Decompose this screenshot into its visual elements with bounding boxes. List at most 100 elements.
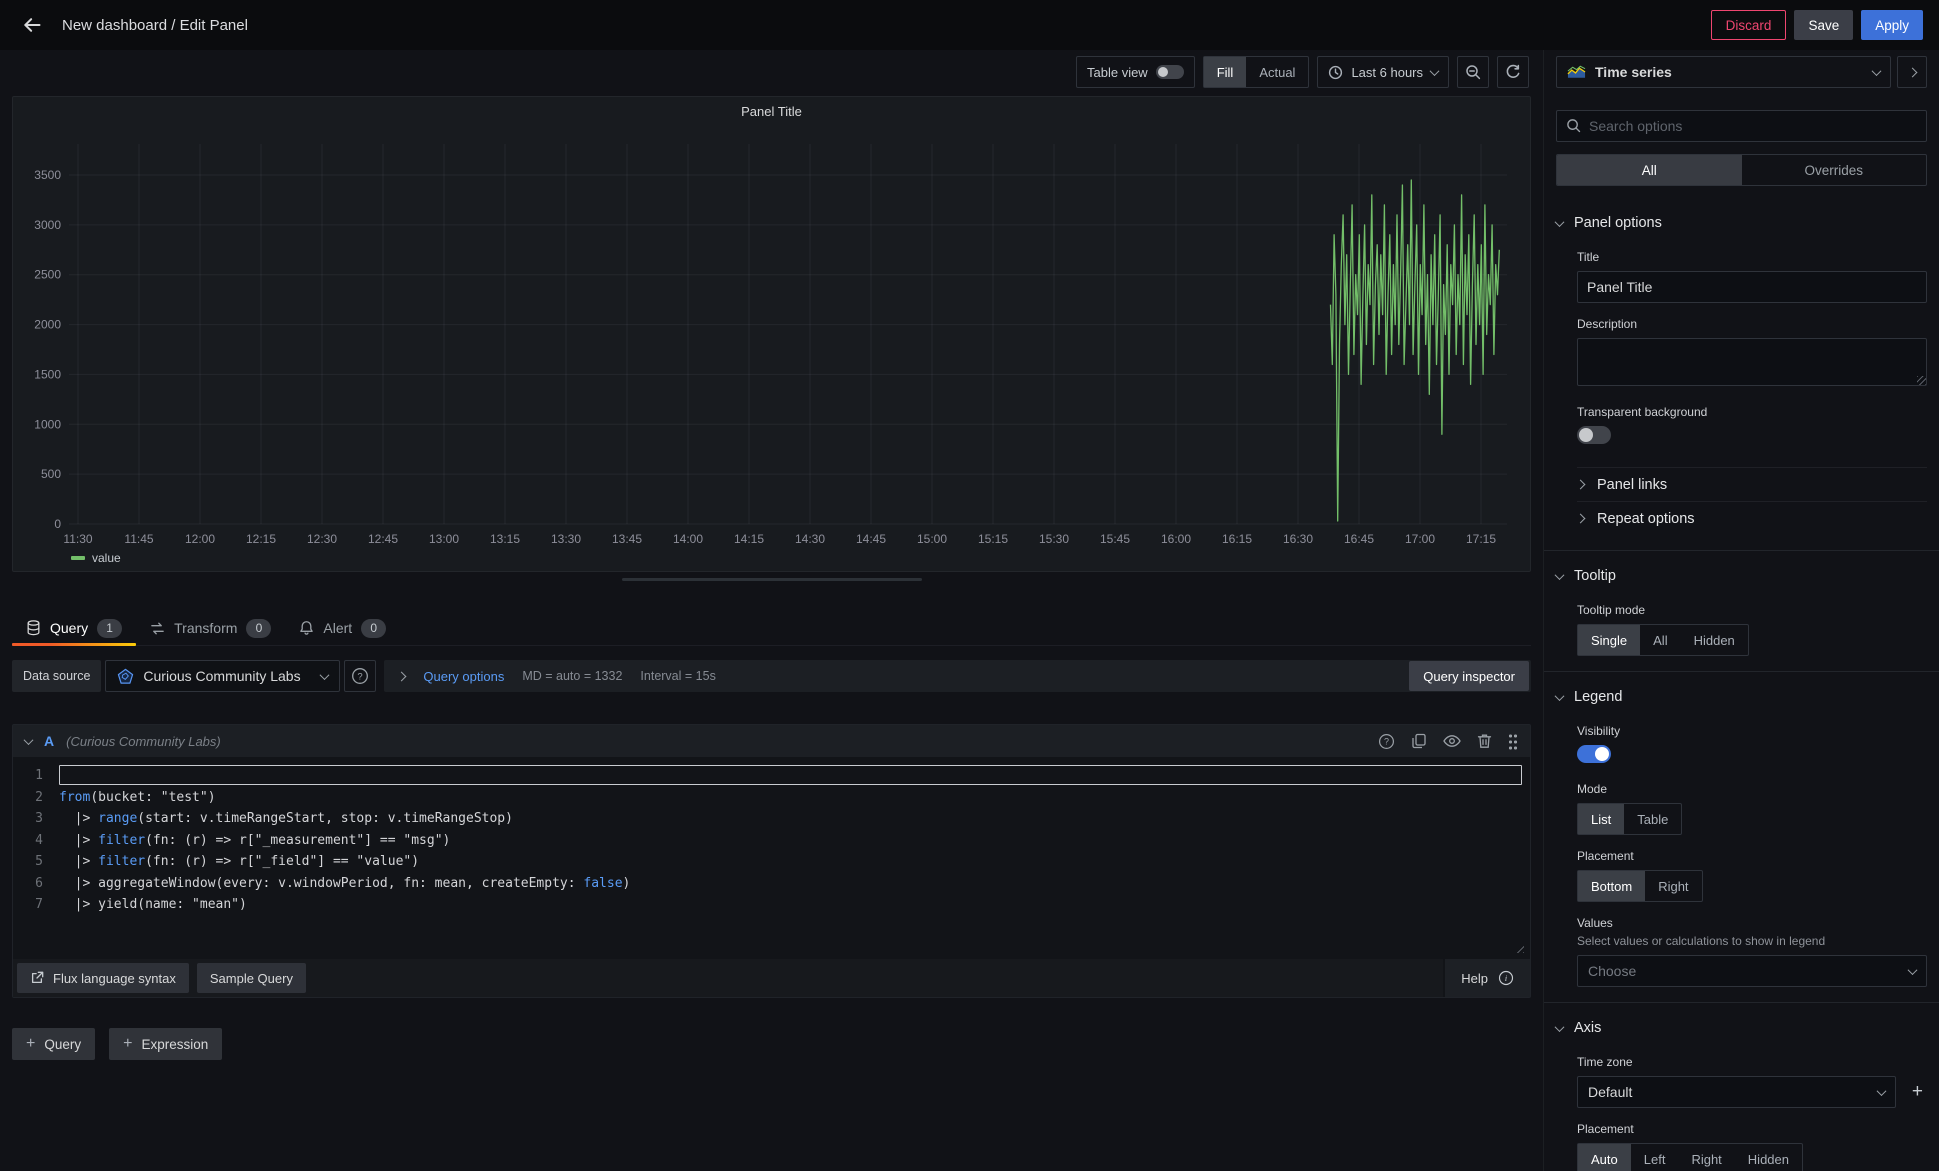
panel-links-row[interactable]: Panel links: [1577, 467, 1927, 501]
code-line-text[interactable]: |> aggregateWindow(every: v.windowPeriod…: [59, 873, 1522, 895]
refresh-button[interactable]: [1497, 56, 1529, 88]
legend-series-label[interactable]: value: [92, 551, 121, 565]
timeseries-chart[interactable]: 050010001500200025003000350011:3011:4512…: [13, 125, 1519, 553]
datasource-row: Data source Curious Community Labs ? Que…: [12, 660, 1531, 692]
axis-header[interactable]: Axis: [1556, 1011, 1927, 1045]
table-view-toggle-group[interactable]: Table view: [1076, 56, 1195, 88]
repeat-options-label: Repeat options: [1597, 511, 1695, 527]
panel-options-header[interactable]: Panel options: [1556, 206, 1927, 240]
duplicate-query-icon[interactable]: [1411, 733, 1427, 749]
query-row-header[interactable]: A (Curious Community Labs) ?: [13, 725, 1530, 757]
splitter-handle[interactable]: [622, 578, 922, 581]
axis-placement-right[interactable]: Right: [1678, 1144, 1734, 1171]
svg-text:14:45: 14:45: [856, 532, 886, 546]
discard-button[interactable]: Discard: [1711, 10, 1787, 40]
svg-text:13:30: 13:30: [551, 532, 581, 546]
axis-header-label: Axis: [1574, 1020, 1601, 1036]
query-options-link[interactable]: Query options: [423, 669, 504, 684]
flux-code-editor[interactable]: 12from(bucket: "test")3 |> range(start: …: [13, 757, 1530, 959]
tab-all[interactable]: All: [1557, 155, 1742, 185]
tooltip-mode-single[interactable]: Single: [1578, 625, 1640, 655]
visualization-picker[interactable]: Time series: [1556, 56, 1891, 88]
actual-option[interactable]: Actual: [1246, 57, 1308, 87]
page-title: New dashboard / Edit Panel: [62, 17, 248, 34]
legend-placement-right[interactable]: Right: [1645, 871, 1701, 901]
axis-placement-auto[interactable]: Auto: [1578, 1144, 1631, 1171]
flux-syntax-button[interactable]: Flux language syntax: [17, 963, 189, 993]
code-line[interactable]: 7 |> yield(name: "mean"): [13, 894, 1522, 916]
table-view-switch[interactable]: [1156, 65, 1184, 79]
tab-query[interactable]: Query 1: [12, 611, 136, 645]
svg-text:15:00: 15:00: [917, 532, 947, 546]
panel-title: Panel Title: [13, 97, 1530, 125]
tooltip-header-label: Tooltip: [1574, 568, 1616, 584]
apply-button[interactable]: Apply: [1861, 10, 1923, 40]
plus-icon: +: [26, 1036, 35, 1052]
transparent-background-switch[interactable]: [1577, 426, 1611, 444]
search-icon: [1566, 118, 1581, 133]
add-expression-button[interactable]: + Expression: [109, 1028, 222, 1060]
save-button[interactable]: Save: [1794, 10, 1853, 40]
code-line-text[interactable]: |> yield(name: "mean"): [59, 894, 1522, 916]
legend-mode-segment: List Table: [1577, 803, 1682, 835]
pane-splitter[interactable]: [0, 572, 1543, 586]
query-inspector-button[interactable]: Query inspector: [1409, 661, 1529, 691]
description-textarea[interactable]: [1577, 338, 1927, 386]
svg-text:12:30: 12:30: [307, 532, 337, 546]
axis-placement-hidden[interactable]: Hidden: [1735, 1144, 1802, 1171]
zoom-out-button[interactable]: [1457, 56, 1489, 88]
legend-values-select[interactable]: Choose: [1577, 955, 1927, 987]
svg-text:2000: 2000: [34, 318, 61, 332]
collapse-pane-button[interactable]: [1897, 56, 1927, 88]
legend-series-swatch: [71, 556, 85, 560]
datasource-help-button[interactable]: ?: [344, 660, 376, 692]
delete-query-icon[interactable]: [1477, 733, 1492, 749]
tooltip-mode-hidden[interactable]: Hidden: [1681, 625, 1748, 655]
fill-option[interactable]: Fill: [1204, 57, 1247, 87]
drag-handle-icon[interactable]: [1508, 733, 1518, 750]
line-number: 7: [13, 894, 59, 916]
chevron-right-icon[interactable]: [397, 671, 407, 681]
query-help-icon[interactable]: ?: [1378, 733, 1395, 750]
code-line-text[interactable]: |> filter(fn: (r) => r["_measurement"] =…: [59, 830, 1522, 852]
code-line-text[interactable]: |> range(start: v.timeRangeStart, stop: …: [59, 808, 1522, 830]
add-timezone-button[interactable]: +: [1908, 1081, 1927, 1103]
code-line[interactable]: 1: [13, 765, 1522, 787]
add-query-button[interactable]: + Query: [12, 1028, 95, 1060]
datasource-picker[interactable]: Curious Community Labs: [105, 660, 340, 692]
code-line[interactable]: 6 |> aggregateWindow(every: v.windowPeri…: [13, 873, 1522, 895]
code-line[interactable]: 3 |> range(start: v.timeRangeStart, stop…: [13, 808, 1522, 830]
repeat-options-row[interactable]: Repeat options: [1577, 501, 1927, 535]
legend-header[interactable]: Legend: [1556, 680, 1927, 714]
timezone-row: Default +: [1577, 1076, 1927, 1108]
axis-placement-left[interactable]: Left: [1631, 1144, 1679, 1171]
legend-mode-table[interactable]: Table: [1624, 804, 1681, 834]
tooltip-mode-all[interactable]: All: [1640, 625, 1680, 655]
tab-transform[interactable]: Transform 0: [136, 611, 285, 645]
tooltip-header[interactable]: Tooltip: [1556, 559, 1927, 593]
collapse-query-icon[interactable]: [24, 735, 34, 745]
code-line[interactable]: 4 |> filter(fn: (r) => r["_measurement"]…: [13, 830, 1522, 852]
code-line-text[interactable]: [59, 765, 1522, 785]
search-options-input[interactable]: [1556, 110, 1927, 142]
legend-visibility-switch[interactable]: [1577, 745, 1611, 763]
tab-alert[interactable]: Alert 0: [285, 611, 400, 645]
editor-resize-grip[interactable]: [1513, 942, 1524, 953]
sample-query-button[interactable]: Sample Query: [197, 963, 306, 993]
time-range-picker[interactable]: Last 6 hours: [1317, 56, 1449, 88]
code-line-text[interactable]: |> filter(fn: (r) => r["_field"] == "val…: [59, 851, 1522, 873]
timezone-select[interactable]: Default: [1577, 1076, 1896, 1108]
query-ref-id: A: [44, 733, 54, 749]
hide-query-icon[interactable]: [1443, 734, 1461, 748]
transform-icon: [150, 621, 165, 636]
tab-overrides[interactable]: Overrides: [1742, 155, 1927, 185]
code-line[interactable]: 2from(bucket: "test"): [13, 787, 1522, 809]
back-button[interactable]: [16, 9, 48, 41]
code-line-text[interactable]: from(bucket: "test"): [59, 787, 1522, 809]
panel-title-input[interactable]: [1577, 271, 1927, 303]
legend-placement-bottom[interactable]: Bottom: [1578, 871, 1645, 901]
help-button[interactable]: Help i: [1445, 959, 1530, 997]
legend-mode-list[interactable]: List: [1578, 804, 1624, 834]
code-line[interactable]: 5 |> filter(fn: (r) => r["_field"] == "v…: [13, 851, 1522, 873]
question-circle-icon: ?: [351, 667, 369, 685]
